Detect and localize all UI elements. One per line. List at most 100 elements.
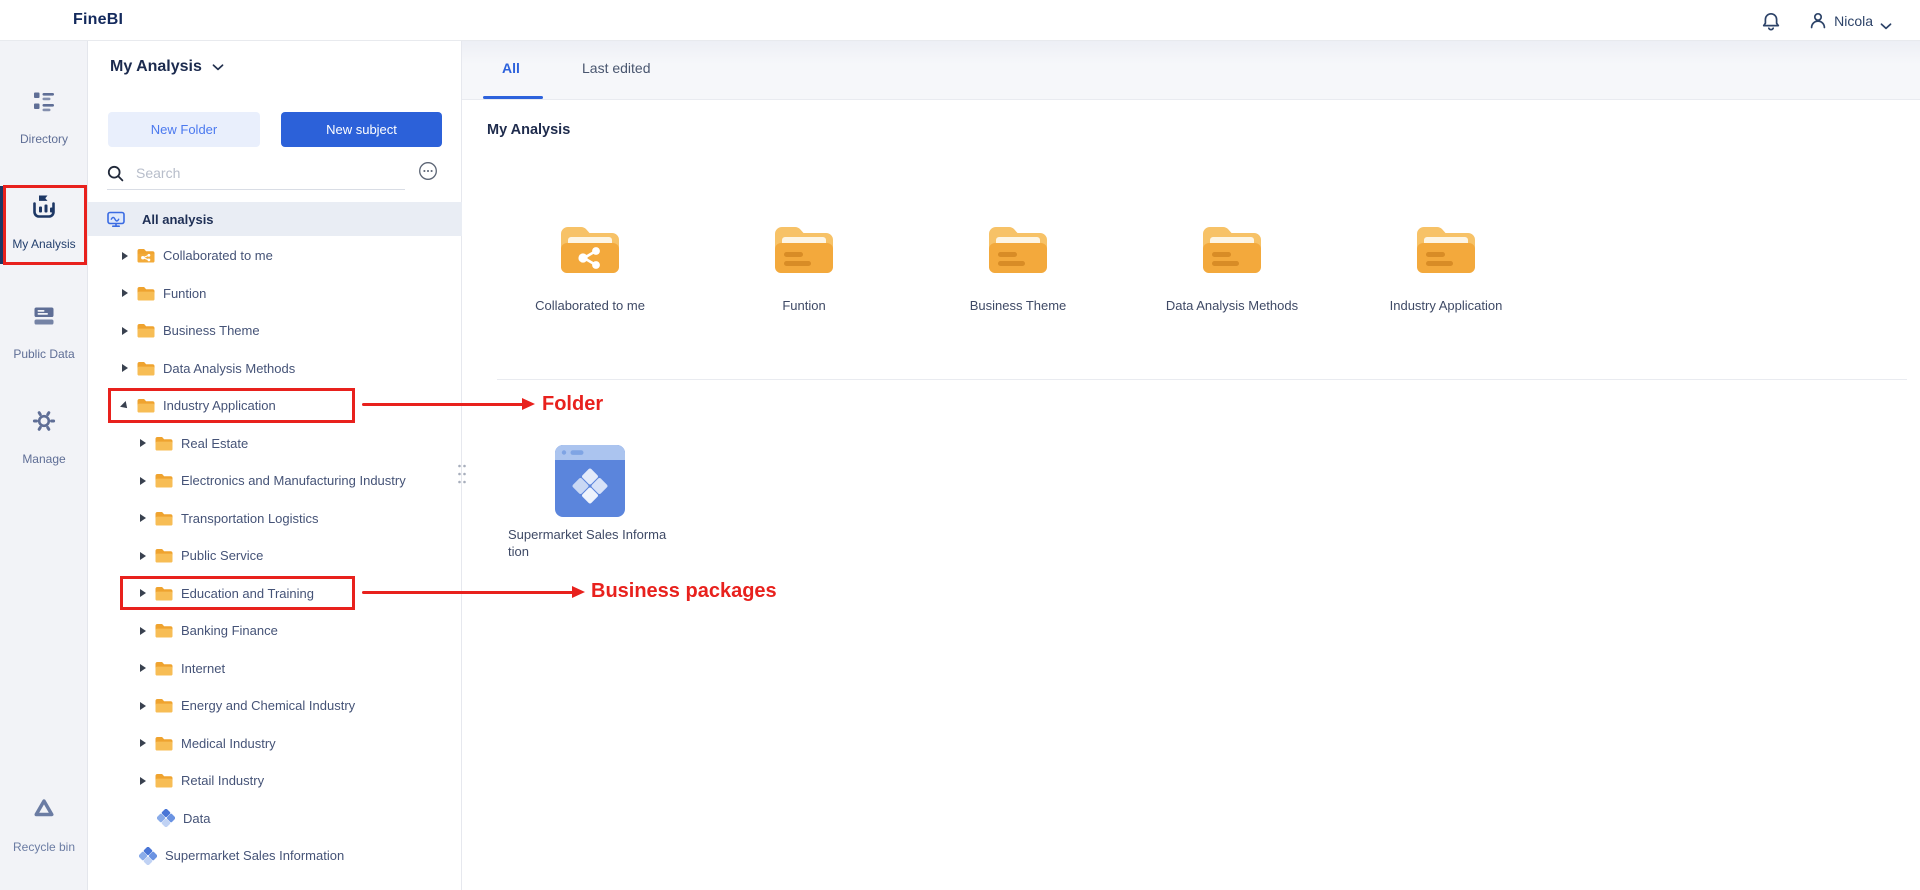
tab-last-edited[interactable]: Last edited (582, 41, 651, 96)
tree-item-business-theme[interactable]: Business Theme (88, 312, 462, 350)
expand-arrow-icon[interactable] (140, 439, 146, 447)
expand-arrow-icon[interactable] (140, 664, 146, 672)
folder-icon (985, 218, 1051, 280)
folder-icon (155, 436, 173, 451)
analysis-tree: Collaborated to me Funtion Business Them… (88, 237, 462, 875)
manage-gear-icon (31, 408, 57, 434)
expand-arrow-icon[interactable] (122, 327, 128, 335)
expand-arrow-icon[interactable] (140, 552, 146, 560)
tree-item-supermarket-sales-information[interactable]: Supermarket Sales Information (88, 837, 462, 875)
folder-icon (1413, 218, 1479, 280)
folder-icon (1199, 218, 1265, 280)
main-tabstrip: All Last edited (462, 41, 1920, 100)
expand-arrow-icon[interactable] (122, 252, 128, 260)
tree-item-electronics-manufacturing[interactable]: Electronics and Manufacturing Industry (88, 462, 462, 500)
folder-icon (155, 773, 173, 788)
more-options-icon[interactable] (418, 161, 438, 181)
tree-item-funtion[interactable]: Funtion (88, 275, 462, 313)
folder-icon (155, 473, 173, 488)
expand-arrow-icon[interactable] (140, 589, 146, 597)
expand-arrow-icon[interactable] (140, 739, 146, 747)
expand-arrow-icon[interactable] (140, 627, 146, 635)
folder-icon (155, 736, 173, 751)
folder-card-industry-application[interactable]: Industry Application (1364, 204, 1528, 314)
new-subject-button[interactable]: New subject (281, 112, 442, 147)
folder-card-grid: Collaborated to me Funtion Business Them… (508, 204, 1528, 314)
tree-item-energy-chemical[interactable]: Energy and Chemical Industry (88, 687, 462, 725)
tree-item-data-analysis-methods[interactable]: Data Analysis Methods (88, 350, 462, 388)
tree-item-retail-industry[interactable]: Retail Industry (88, 762, 462, 800)
user-name: Nicola (1834, 13, 1873, 29)
folder-icon (137, 286, 155, 301)
folder-share-icon (557, 218, 623, 280)
search-icon (107, 165, 124, 182)
folder-card-business-theme[interactable]: Business Theme (936, 204, 1100, 314)
app-sidebar: Directory My Analysis Public Data Manage… (0, 41, 88, 890)
tree-item-internet[interactable]: Internet (88, 650, 462, 688)
tree-item-transportation-logistics[interactable]: Transportation Logistics (88, 500, 462, 538)
sidebar-item-recycle-bin[interactable]: Recycle bin (0, 796, 88, 854)
expand-arrow-icon[interactable] (140, 777, 146, 785)
tree-item-all-analysis[interactable]: All analysis (88, 202, 462, 236)
subject-diamond-icon (157, 809, 175, 827)
expand-arrow-icon[interactable] (122, 364, 128, 372)
expand-arrow-icon[interactable] (140, 702, 146, 710)
my-analysis-icon (31, 193, 57, 219)
tree-item-medical-industry[interactable]: Medical Industry (88, 725, 462, 763)
chevron-down-icon (212, 58, 224, 76)
finebi-logo: FineBI (73, 11, 123, 29)
annotation-arrowhead-folder (522, 398, 535, 410)
tree-item-data[interactable]: Data (88, 800, 462, 838)
folder-card-funtion[interactable]: Funtion (722, 204, 886, 314)
tab-all[interactable]: All (502, 41, 520, 96)
subject-card-supermarket-sales-information[interactable]: Supermarket Sales Information (508, 445, 672, 560)
search-input[interactable] (134, 164, 405, 182)
folder-icon (155, 548, 173, 563)
tree-item-industry-application[interactable]: Industry Application (88, 387, 462, 425)
directory-icon (31, 88, 57, 114)
tree-item-banking-finance[interactable]: Banking Finance (88, 612, 462, 650)
annotation-arrowhead-business-packages (572, 586, 585, 598)
notification-bell-icon[interactable] (1761, 11, 1781, 31)
subject-app-icon (555, 445, 625, 517)
user-menu[interactable]: Nicola (1809, 11, 1892, 30)
top-header: FineBI Nicola (0, 0, 1920, 41)
all-analysis-screen-icon (107, 211, 125, 228)
folder-icon (771, 218, 837, 280)
folder-card-data-analysis-methods[interactable]: Data Analysis Methods (1150, 204, 1314, 314)
expand-arrow-icon[interactable] (140, 514, 146, 522)
annotation-label-business-packages: Business packages (591, 580, 777, 603)
folder-icon (155, 511, 173, 526)
panel-title[interactable]: My Analysis (110, 58, 224, 76)
folder-icon (137, 361, 155, 376)
section-title: My Analysis (487, 122, 570, 138)
analysis-tree-panel: My Analysis New Folder New subject All a… (88, 41, 462, 890)
collapse-arrow-icon[interactable] (120, 401, 130, 411)
tree-item-collaborated-to-me[interactable]: Collaborated to me (88, 237, 462, 275)
new-folder-button[interactable]: New Folder (108, 112, 260, 147)
folder-card-collaborated-to-me[interactable]: Collaborated to me (508, 204, 672, 314)
panel-resize-handle[interactable] (456, 462, 468, 491)
tree-item-real-estate[interactable]: Real Estate (88, 425, 462, 463)
sidebar-item-public-data[interactable]: Public Data (0, 303, 88, 361)
search-box (107, 157, 405, 190)
expand-arrow-icon[interactable] (122, 289, 128, 297)
expand-arrow-icon[interactable] (140, 477, 146, 485)
sidebar-item-my-analysis[interactable]: My Analysis (0, 193, 88, 251)
tree-item-public-service[interactable]: Public Service (88, 537, 462, 575)
sidebar-item-directory[interactable]: Directory (0, 88, 88, 146)
annotation-label-folder: Folder (542, 393, 603, 416)
recycle-bin-icon (31, 796, 57, 822)
user-avatar-icon (1809, 11, 1827, 30)
section-divider (497, 379, 1907, 380)
folder-icon (137, 398, 155, 413)
active-tab-underline (483, 96, 543, 100)
folder-icon (155, 623, 173, 638)
tree-item-education-and-training[interactable]: Education and Training (88, 575, 462, 613)
public-data-icon (31, 303, 57, 329)
subject-diamond-icon (139, 847, 157, 865)
folder-icon (155, 586, 173, 601)
chevron-down-icon (1880, 17, 1892, 24)
finebi-app: FineBI Nicola Directory My Anal (0, 0, 1920, 890)
sidebar-item-manage[interactable]: Manage (0, 408, 88, 466)
